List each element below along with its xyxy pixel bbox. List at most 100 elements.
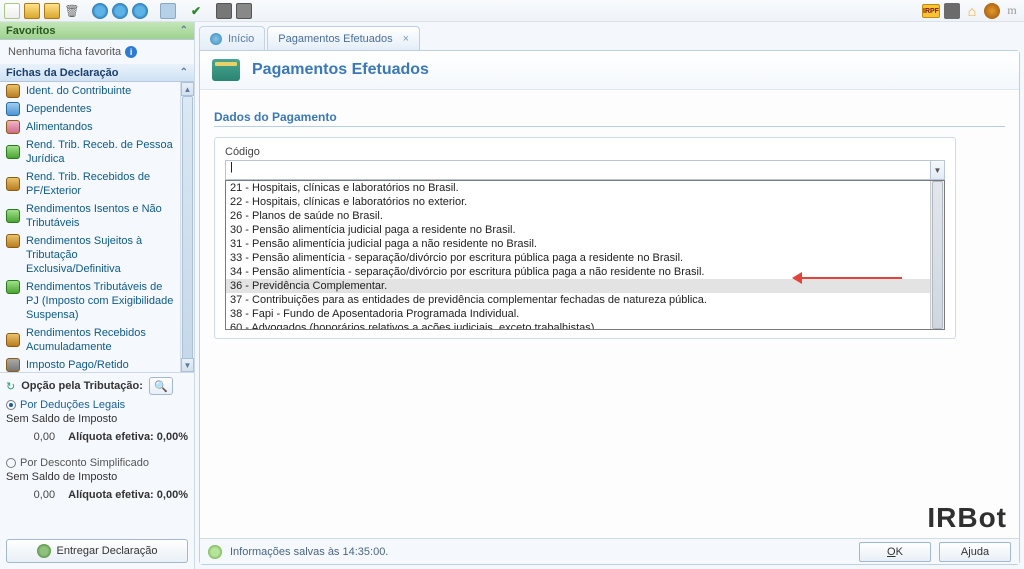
dropdown-option[interactable]: 36 - Previdência Complementar. [226, 279, 944, 293]
ficha-item[interactable]: Rendimentos Recebidos Acumuladamente [0, 324, 180, 356]
ficha-label: Rendimentos Tributáveis de PJ (Imposto c… [26, 280, 174, 322]
fichas-title: Fichas da Declaração [6, 67, 119, 79]
ficha-icon [6, 234, 20, 248]
print-icon[interactable] [160, 3, 176, 19]
scroll-up-icon[interactable]: ▲ [181, 82, 194, 96]
ficha-label: Imposto Pago/Retido [26, 358, 129, 372]
scroll-down-icon[interactable]: ▼ [181, 358, 194, 372]
dropdown-option[interactable]: 31 - Pensão alimentícia judicial paga a … [226, 237, 944, 251]
radio-deducoes-label: Por Deduções Legais [20, 399, 125, 411]
ficha-item[interactable]: Rendimentos Tributáveis de PJ (Imposto c… [0, 278, 180, 324]
brand-label: IRBot [927, 502, 1007, 534]
tab-close-icon[interactable]: × [403, 33, 409, 45]
dropdown-option[interactable]: 38 - Fapi - Fundo de Aposentadoria Progr… [226, 307, 944, 321]
fichas-scrollbar[interactable]: ▲ ▼ [180, 82, 194, 372]
amount-1: 0,00 [34, 431, 55, 443]
codigo-dropdown[interactable]: 21 - Hospitais, clínicas e laboratórios … [225, 180, 945, 330]
amount-2: 0,00 [34, 489, 55, 501]
scroll-thumb[interactable] [932, 181, 943, 329]
tax-option-box: ↻ Opção pela Tributação: 🔍 Por Deduções … [0, 372, 194, 533]
form-box: Código | ▼ 21 - Hospitais, clínicas e la… [214, 137, 956, 339]
open-icon[interactable] [24, 3, 40, 19]
dropdown-scrollbar[interactable] [930, 181, 944, 329]
tab-active[interactable]: Pagamentos Efetuados × [267, 26, 420, 50]
radio-deducoes[interactable]: Por Deduções Legais [6, 399, 188, 411]
home-icon[interactable]: ⌂ [964, 3, 980, 19]
calc-icon[interactable] [236, 3, 252, 19]
fichas-header[interactable]: Fichas da Declaração ⌃ [0, 64, 194, 82]
ficha-label: Rendimentos Sujeitos à Tributação Exclus… [26, 234, 174, 276]
no-balance-text-2: Sem Saldo de Imposto [6, 471, 188, 483]
ficha-icon [6, 358, 20, 372]
ficha-label: Rend. Trib. Recebidos de PF/Exterior [26, 170, 174, 198]
ok-button[interactable]: OK [859, 542, 931, 562]
ficha-item[interactable]: Rendimentos Isentos e Não Tributáveis [0, 200, 180, 232]
ficha-item[interactable]: Alimentandos [0, 118, 180, 136]
rate-label-1: Alíquota efetiva: [68, 431, 154, 443]
chevron-up-icon: ⌃ [180, 25, 188, 36]
ficha-icon [6, 177, 20, 191]
ficha-label: Rendimentos Recebidos Acumuladamente [26, 326, 174, 354]
ficha-label: Rend. Trib. Receb. de Pessoa Jurídica [26, 138, 174, 166]
dropdown-option[interactable]: 34 - Pensão alimentícia - separação/divó… [226, 265, 944, 279]
bug-icon[interactable] [984, 3, 1000, 19]
sidebar: Favoritos ⌃ Nenhuma ficha favorita i Fic… [0, 22, 195, 569]
globe-icon[interactable] [132, 3, 148, 19]
ficha-item[interactable]: Imposto Pago/Retido [0, 356, 180, 372]
trash-icon[interactable]: 🗑 [64, 3, 80, 19]
ficha-icon [6, 333, 20, 347]
save-icon[interactable] [44, 3, 60, 19]
help-button[interactable]: Ajuda [939, 542, 1011, 562]
ficha-icon [6, 280, 20, 294]
new-icon[interactable] [4, 3, 20, 19]
panel-title: Pagamentos Efetuados [252, 61, 429, 79]
radio-simplificado[interactable]: Por Desconto Simplificado [6, 457, 188, 469]
statusbar: Informações salvas às 14:35:00. OK Ajuda [200, 538, 1019, 564]
ficha-item[interactable]: Rend. Trib. Receb. de Pessoa Jurídica [0, 136, 180, 168]
favorites-body: Nenhuma ficha favorita i [0, 40, 194, 64]
ficha-icon [6, 145, 20, 159]
dropdown-option[interactable]: 21 - Hospitais, clínicas e laboratórios … [226, 181, 944, 195]
dropdown-option[interactable]: 33 - Pensão alimentícia - separação/divó… [226, 251, 944, 265]
tab-active-label: Pagamentos Efetuados [278, 33, 392, 45]
rate-2: 0,00% [157, 489, 188, 501]
ficha-item[interactable]: Dependentes [0, 100, 180, 118]
ficha-item[interactable]: Rend. Trib. Recebidos de PF/Exterior [0, 168, 180, 200]
deliver-button[interactable]: Entregar Declaração [6, 539, 188, 563]
tabs: Início Pagamentos Efetuados × [199, 26, 1020, 50]
chat-icon[interactable] [944, 3, 960, 19]
dropdown-option[interactable]: 60 - Advogados (honorários relativos a a… [226, 321, 944, 330]
magnify-button[interactable]: 🔍 [149, 377, 173, 395]
codigo-input[interactable]: | ▼ [225, 160, 945, 180]
dropdown-arrow-icon[interactable]: ▼ [930, 161, 944, 179]
fichas-list: Ident. do ContribuinteDependentesAliment… [0, 82, 194, 372]
ficha-item[interactable]: Ident. do Contribuinte [0, 82, 180, 100]
m-icon[interactable]: m [1004, 3, 1020, 19]
sync-icon[interactable] [92, 3, 108, 19]
dropdown-option[interactable]: 37 - Contribuições para as entidades de … [226, 293, 944, 307]
no-balance-text-1: Sem Saldo de Imposto [6, 413, 188, 425]
status-text: Informações salvas às 14:35:00. [230, 546, 388, 558]
deliver-icon [37, 544, 51, 558]
ficha-item[interactable]: Rendimentos Sujeitos à Tributação Exclus… [0, 232, 180, 278]
dropdown-option[interactable]: 22 - Hospitais, clínicas e laboratórios … [226, 195, 944, 209]
info-icon[interactable]: i [125, 46, 137, 58]
ficha-label: Rendimentos Isentos e Não Tributáveis [26, 202, 174, 230]
radio-simplificado-label: Por Desconto Simplificado [20, 457, 149, 469]
favorites-header[interactable]: Favoritos ⌃ [0, 22, 194, 40]
dropdown-option[interactable]: 30 - Pensão alimentícia judicial paga a … [226, 223, 944, 237]
favorites-title: Favoritos [6, 25, 56, 37]
radio-icon [6, 458, 16, 468]
check-icon[interactable]: ✔ [188, 3, 204, 19]
irpf-icon[interactable]: IRPF [922, 4, 940, 18]
tab-home-label: Início [228, 33, 254, 45]
dropdown-option[interactable]: 26 - Planos de saúde no Brasil. [226, 209, 944, 223]
scroll-thumb[interactable] [182, 96, 193, 372]
status-icon [208, 545, 222, 559]
cloud-icon[interactable] [112, 3, 128, 19]
home-tab-icon [210, 33, 222, 45]
panel: Pagamentos Efetuados Dados do Pagamento … [199, 50, 1020, 565]
tab-home[interactable]: Início [199, 26, 265, 50]
doc-icon[interactable] [216, 3, 232, 19]
rate-1: 0,00% [157, 431, 188, 443]
